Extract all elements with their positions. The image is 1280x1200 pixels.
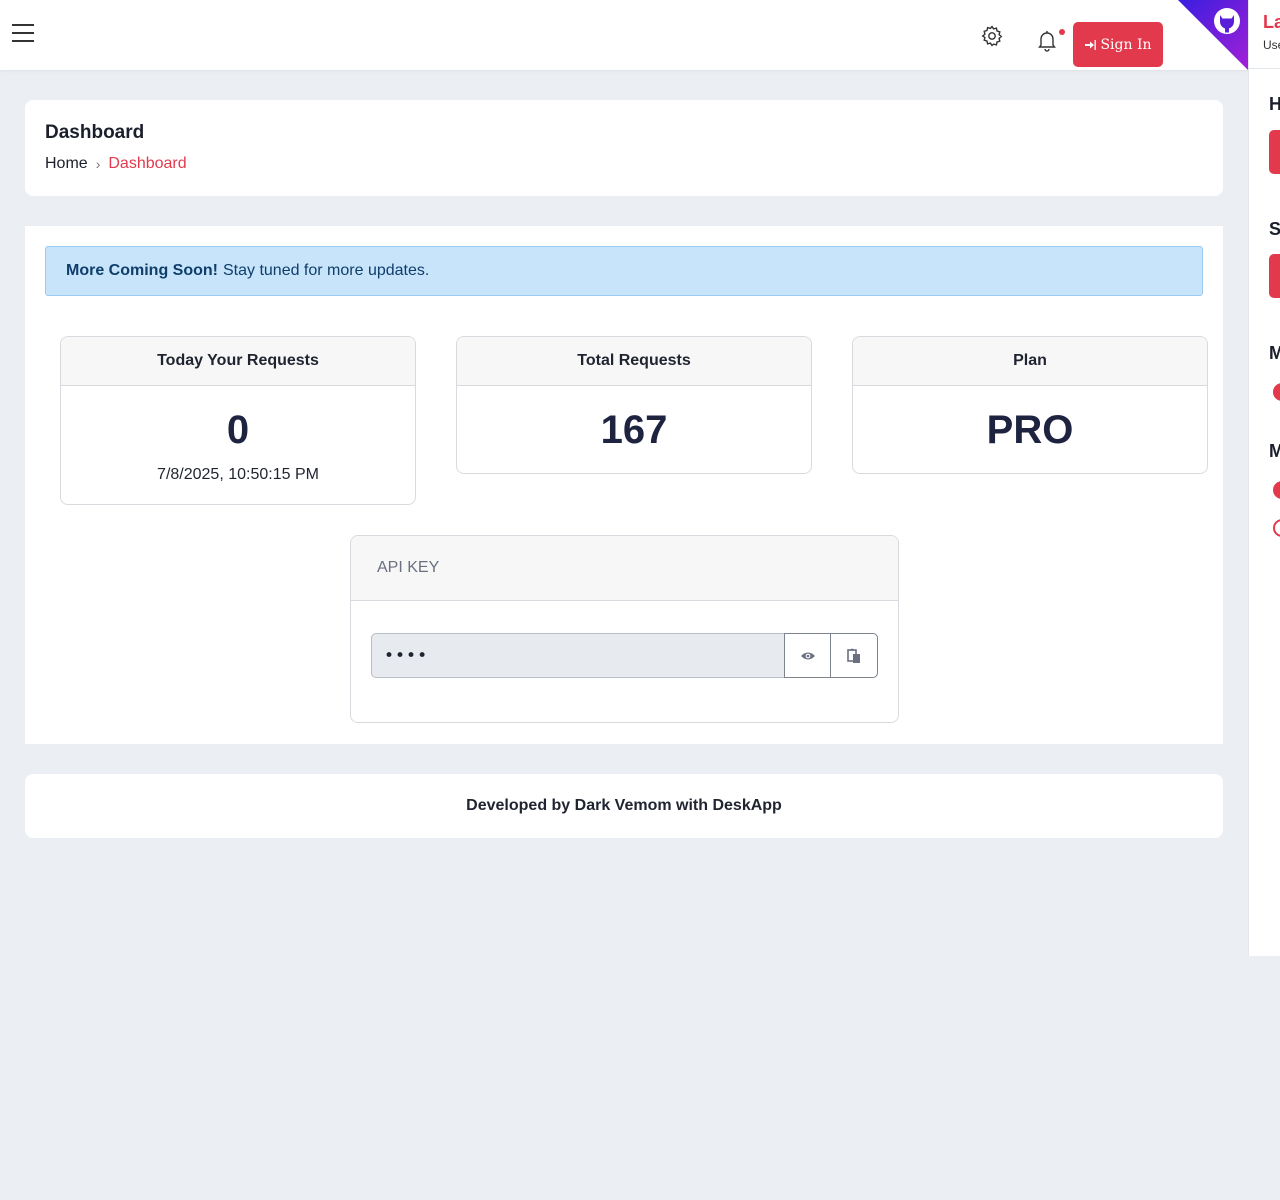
eye-icon [800,652,815,659]
settings-radio-2[interactable] [1273,481,1280,499]
api-key-card: API KEY [350,535,899,723]
stat-card-today-requests: Today Your Requests 0 7/8/2025, 10:50:15… [60,336,416,505]
page-title: Dashboard [45,122,145,143]
footer-text: Developed by Dark Vemom with DeskApp [466,797,782,814]
copy-api-key-button[interactable] [831,633,878,678]
stat-value: 0 [226,408,250,452]
settings-panel: La Use H S M M [1248,0,1280,956]
sign-in-icon [1085,39,1097,50]
github-icon [1214,8,1240,34]
stat-value: PRO [986,408,1074,452]
gear-icon[interactable] [980,24,1004,48]
bell-icon[interactable] [1035,28,1059,52]
settings-heading-4: M [1269,441,1280,462]
breadcrumb-separator-icon: › [95,156,101,172]
page-header-card: Dashboard Home › Dashboard [25,100,1223,196]
footer: Developed by Dark Vemom with DeskApp [25,774,1223,838]
breadcrumb-current: Dashboard [108,155,187,172]
stat-card-total-requests: Total Requests 167 [456,336,812,474]
alert-text: Stay tuned for more updates. [222,262,430,279]
settings-panel-subtitle: Use [1263,38,1280,52]
show-api-key-button[interactable] [784,633,831,678]
settings-option-button-2[interactable] [1269,254,1280,298]
api-key-input[interactable] [371,633,784,678]
info-alert: More Coming Soon! Stay tuned for more up… [45,246,1203,296]
menu-toggle-button[interactable] [12,24,34,44]
stat-timestamp: 7/8/2025, 10:50:15 PM [157,466,319,483]
github-corner[interactable] [1178,0,1248,70]
sign-in-button[interactable]: Sign In [1073,22,1163,67]
alert-strong-text: More Coming Soon! [66,262,218,279]
top-header: Sign In [0,0,1248,70]
settings-option-button-1[interactable] [1269,130,1280,174]
settings-radio-3[interactable] [1273,519,1280,537]
api-key-label: API KEY [351,536,898,601]
hamburger-icon [12,24,34,26]
settings-heading-1: H [1269,94,1280,115]
settings-panel-title: La [1263,12,1280,32]
clipboard-icon [847,648,860,663]
breadcrumb: Home › Dashboard [45,155,187,173]
stat-label: Today Your Requests [61,337,415,386]
stat-label: Plan [853,337,1207,386]
stat-label: Total Requests [457,337,811,386]
api-key-row [371,633,878,678]
settings-heading-3: M [1269,343,1280,364]
notification-dot [1059,29,1065,35]
dashboard-content: More Coming Soon! Stay tuned for more up… [25,226,1223,744]
stat-card-plan: Plan PRO [852,336,1208,474]
settings-radio-1[interactable] [1273,383,1280,401]
stat-value: 167 [600,408,668,452]
breadcrumb-home-link[interactable]: Home [45,155,88,173]
sign-in-label: Sign In [1100,36,1152,53]
settings-heading-2: S [1269,219,1280,239]
